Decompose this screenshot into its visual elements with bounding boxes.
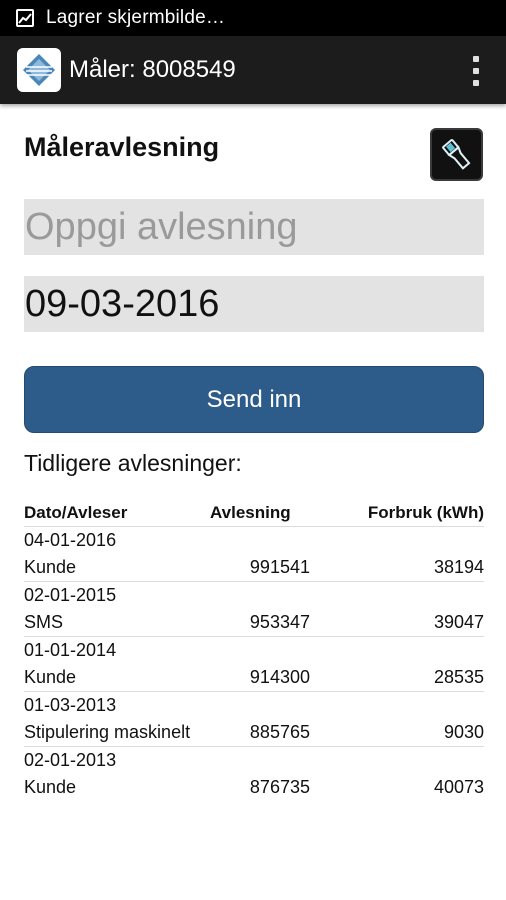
table-header: Dato/Avleser Avlesning Forbruk (kWh) xyxy=(24,503,484,527)
row-date: 02-01-2015 xyxy=(24,585,117,605)
row-usage: 39047 xyxy=(433,612,484,632)
overflow-menu-icon[interactable] xyxy=(468,56,484,86)
section-title: Måleravlesning xyxy=(24,132,220,162)
row-reader: SMS xyxy=(24,612,64,632)
row-usage: 40073 xyxy=(433,777,484,797)
row-reading: 953347 xyxy=(249,612,310,632)
row-usage: 28535 xyxy=(433,667,484,687)
row-usage: 38194 xyxy=(433,557,484,577)
history-title: Tidligere avlesninger: xyxy=(24,450,242,476)
screenshot-notification-icon xyxy=(16,9,34,27)
table-row: 04-01-2016 Kunde 991541 38194 xyxy=(24,527,484,582)
row-usage: 9030 xyxy=(443,722,484,742)
column-header-date: Dato/Avleser xyxy=(24,503,128,522)
history-table: Dato/Avleser Avlesning Forbruk (kWh) 04-… xyxy=(24,503,484,801)
row-date: 04-01-2016 xyxy=(24,530,117,550)
status-text: Lagrer skjermbilde… xyxy=(46,7,226,28)
row-date: 01-01-2014 xyxy=(24,640,117,660)
column-header-reading: Avlesning xyxy=(210,503,291,522)
row-date: 01-03-2013 xyxy=(24,695,117,715)
row-date: 02-01-2013 xyxy=(24,750,117,770)
column-header-usage: Forbruk (kWh) xyxy=(367,503,484,522)
table-row: 02-01-2013 Kunde 876735 40073 xyxy=(24,747,484,801)
date-input[interactable] xyxy=(24,276,484,332)
app-logo-icon[interactable] xyxy=(17,48,61,92)
row-reader: Kunde xyxy=(24,557,77,577)
row-reader: Kunde xyxy=(24,777,77,797)
send-button[interactable]: Send inn xyxy=(24,366,484,433)
table-row: 01-03-2013 Stipulering maskinelt 885765 … xyxy=(24,692,484,747)
row-reader: Kunde xyxy=(24,667,77,687)
page-title: Måler: 8008549 xyxy=(69,56,236,83)
status-bar: Lagrer skjermbilde… xyxy=(0,0,506,36)
row-reading: 991541 xyxy=(249,557,310,577)
table-row: 01-01-2014 Kunde 914300 28535 xyxy=(24,637,484,692)
action-bar: Måler: 8008549 xyxy=(0,36,506,104)
row-reading: 876735 xyxy=(249,777,310,797)
table-row: 02-01-2015 SMS 953347 39047 xyxy=(24,582,484,637)
row-reader: Stipulering maskinelt xyxy=(24,722,191,742)
flashlight-icon[interactable] xyxy=(430,128,483,181)
reading-input[interactable] xyxy=(24,199,484,255)
row-reading: 885765 xyxy=(249,722,310,742)
row-reading: 914300 xyxy=(249,667,310,687)
